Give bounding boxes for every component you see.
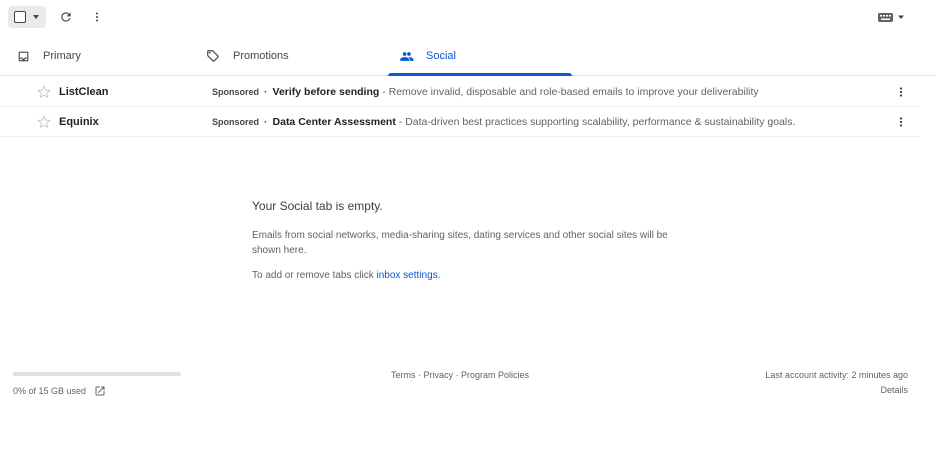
last-account-activity: Last account activity: 2 minutes ago [765, 370, 908, 380]
email-subject: Data Center Assessment [272, 115, 396, 128]
storage-usage-text: 0% of 15 GB used [13, 386, 87, 396]
category-tabs: Primary Promotions Social [0, 36, 936, 76]
settings-hint-prefix: To add or remove tabs click [252, 270, 377, 281]
tab-promotions[interactable]: Promotions [205, 36, 289, 76]
more-vert-icon[interactable] [894, 85, 908, 99]
link-separator: · [415, 370, 424, 380]
sponsored-badge: Sponsored [212, 116, 260, 127]
keyboard-icon[interactable] [876, 8, 910, 26]
email-content: Sponsored · Data Center Assessment - Data-… [212, 116, 872, 128]
refresh-icon[interactable] [55, 6, 77, 28]
tab-social[interactable]: Social [398, 36, 456, 76]
email-content: Sponsored · Verify before sending - Remove… [212, 86, 872, 98]
link-separator: · [453, 370, 462, 380]
open-in-new-icon[interactable] [94, 385, 106, 397]
star-icon[interactable] [37, 115, 51, 129]
program-policies-link[interactable]: Program Policies [461, 370, 529, 380]
footer-links: Terms · Privacy · Program Policies [391, 370, 529, 380]
inbox-icon [15, 48, 31, 64]
activity-details-link[interactable]: Details [880, 385, 908, 395]
tag-icon [205, 48, 221, 64]
email-snippet: - Remove invalid, disposable and role-ba… [379, 85, 759, 98]
email-subject: Verify before sending [272, 85, 380, 98]
toolbar [0, 0, 936, 36]
empty-state-settings-hint: To add or remove tabs click inbox settin… [252, 270, 692, 281]
tab-label: Promotions [233, 50, 289, 62]
empty-state: Your Social tab is empty. Emails from so… [252, 199, 692, 281]
people-icon [398, 48, 414, 64]
tab-primary[interactable]: Primary [15, 36, 81, 76]
storage-usage: 0% of 15 GB used [13, 385, 106, 397]
separator-dot: · [264, 85, 268, 98]
sender-name: ListClean [59, 85, 109, 98]
terms-link[interactable]: Terms [391, 370, 416, 380]
settings-hint-suffix: . [437, 270, 441, 281]
star-icon[interactable] [37, 85, 51, 99]
email-snippet: - Data-driven best practices supporting … [395, 115, 796, 128]
select-all-checkbox[interactable] [8, 6, 46, 28]
separator-dot: · [264, 115, 268, 128]
active-tab-indicator [388, 73, 572, 76]
empty-state-title: Your Social tab is empty. [252, 199, 383, 213]
tab-label: Social [426, 50, 456, 62]
empty-state-description: Emails from social networks, media-shari… [252, 230, 668, 256]
sender-name: Equinix [59, 115, 99, 128]
more-vert-icon[interactable] [894, 115, 908, 129]
inbox-settings-link[interactable]: inbox settings [377, 270, 438, 281]
select-dropdown-caret-icon[interactable] [33, 15, 39, 19]
email-row[interactable]: Equinix Sponsored · Data Center Assessment… [0, 107, 920, 137]
checkbox-icon[interactable] [14, 11, 26, 23]
privacy-link[interactable]: Privacy [424, 370, 454, 380]
storage-meter [13, 372, 181, 376]
tab-label: Primary [43, 50, 81, 62]
sponsored-badge: Sponsored [212, 86, 260, 97]
email-row[interactable]: ListClean Sponsored · Verify before sendin… [0, 77, 920, 107]
more-vert-icon[interactable] [86, 6, 108, 28]
